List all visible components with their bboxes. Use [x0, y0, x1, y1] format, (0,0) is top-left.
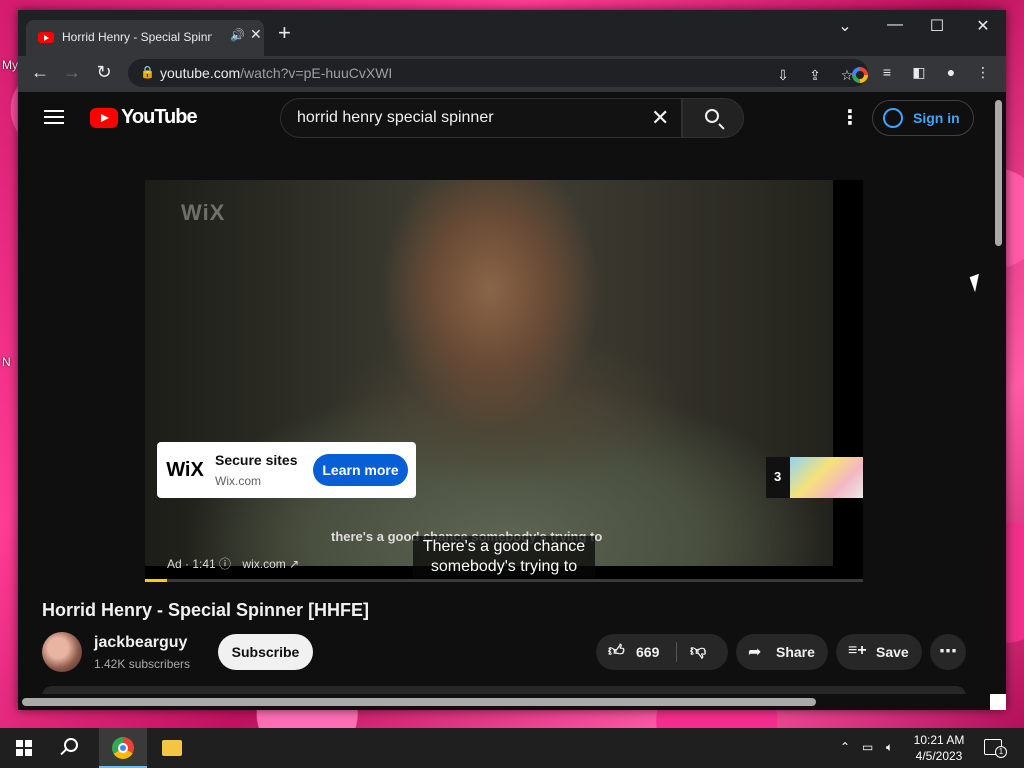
clock-date: 4/5/2023 — [915, 749, 963, 763]
maximize-button[interactable]: ☐ — [922, 16, 952, 36]
channel-name[interactable]: jackbearguy — [94, 634, 187, 652]
ad-timer: Ad · 1:41 — [167, 557, 216, 571]
sign-in-label: Sign in — [913, 110, 960, 126]
ad-title: Secure sites — [215, 452, 298, 468]
avatar[interactable] — [42, 632, 82, 672]
tab-search-chevron-icon[interactable]: ⌄ — [830, 16, 860, 36]
subscriber-count: 1.42K subscribers — [94, 657, 191, 671]
thumbs-up-icon[interactable]: 👍︎ — [608, 642, 625, 661]
horizontal-scrollbar[interactable] — [18, 694, 1006, 710]
save-label: Save — [876, 644, 909, 660]
desktop-icon-label[interactable]: My — [2, 58, 18, 72]
scrollbar-thumb[interactable] — [22, 698, 816, 706]
share-page-icon[interactable]: ⇪ — [804, 67, 826, 84]
youtube-logo-text[interactable]: YouTube — [121, 106, 198, 129]
tab-title: Horrid Henry - Special Spinner [HHFE] - … — [62, 30, 212, 44]
browser-toolbar: ← → ↻ 🔒 youtube.com/watch?v=pE-huuCvXWI … — [18, 56, 1006, 92]
ad-info: Ad · 1:41 ⓘ wix.com ↗ — [167, 555, 299, 572]
notification-count: 1 — [995, 746, 1007, 758]
ad-link[interactable]: wix.com — [242, 557, 285, 571]
share-button[interactable]: ➦ Share — [736, 634, 828, 670]
taskbar: ⌃ ▭ 🔈︎ 10:21 AM 4/5/2023 1 — [0, 728, 1024, 768]
hamburger-menu-icon[interactable] — [44, 110, 64, 124]
speaker-icon[interactable]: 🔊 — [230, 28, 245, 42]
lock-icon[interactable]: 🔒 — [140, 65, 155, 79]
youtube-logo-icon[interactable] — [90, 108, 118, 128]
url-path: /watch?v=pE-huuCvXWI — [240, 65, 393, 81]
settings-menu-icon[interactable]: ⋮ — [840, 108, 860, 128]
vertical-scrollbar[interactable] — [992, 92, 1006, 702]
share-arrow-icon: ➦ — [748, 644, 762, 661]
taskbar-search-icon[interactable] — [64, 738, 78, 752]
network-icon[interactable]: ▭ — [862, 740, 873, 754]
next-video-preview[interactable]: 3 — [766, 457, 863, 498]
chrome-taskbar-button[interactable] — [99, 728, 147, 768]
divider — [676, 642, 677, 662]
side-panel-icon[interactable]: ◧ — [908, 64, 930, 81]
search-button[interactable] — [682, 98, 744, 138]
progress-fill — [145, 579, 167, 582]
new-tab-button[interactable]: + — [278, 22, 291, 44]
tray-chevron-icon[interactable]: ⌃ — [840, 740, 850, 754]
chrome-icon — [112, 737, 134, 759]
back-button[interactable]: ← — [28, 62, 52, 83]
more-actions-button[interactable]: ⋯ — [930, 634, 966, 670]
windows-start-icon[interactable] — [16, 740, 32, 756]
minimize-button[interactable]: — — [880, 16, 910, 34]
caption-line: There's a good chance — [422, 538, 586, 555]
external-link-icon: ↗ — [289, 557, 300, 571]
closed-caption: There's a good chance somebody's trying … — [413, 536, 595, 578]
account-icon — [883, 108, 903, 128]
video-player[interactable]: WiX WiX Secure sites Wix.com Learn more … — [145, 180, 863, 582]
file-explorer-icon[interactable] — [162, 740, 182, 756]
reload-button[interactable]: ↻ — [92, 62, 116, 83]
subscribe-button[interactable]: Subscribe — [218, 634, 313, 670]
install-app-icon[interactable]: ⇩ — [772, 67, 794, 84]
sign-in-button[interactable]: Sign in — [872, 100, 974, 136]
ad-overlay-card[interactable]: WiX Secure sites Wix.com Learn more — [157, 442, 416, 498]
clear-search-icon[interactable]: ✕ — [651, 105, 669, 131]
scrollbar-thumb[interactable] — [995, 100, 1002, 246]
next-video-count: 3 — [774, 469, 782, 484]
desktop-icon-label[interactable]: N — [2, 355, 11, 369]
browser-window: Horrid Henry - Special Spinner [HHFE] - … — [18, 10, 1006, 710]
video-progress-bar[interactable] — [145, 579, 863, 582]
address-bar[interactable]: 🔒 youtube.com/watch?v=pE-huuCvXWI ⇩ ⇪ ☆ — [128, 59, 868, 87]
close-window-button[interactable]: ✕ — [968, 16, 998, 36]
search-input[interactable] — [297, 109, 637, 127]
title-bar: Horrid Henry - Special Spinner [HHFE] - … — [18, 10, 1006, 56]
video-frame[interactable] — [145, 180, 833, 566]
youtube-page: YouTube ✕ ⋮ Sign in WiX WiX Secure sites… — [18, 92, 1006, 710]
forward-button[interactable]: → — [60, 62, 84, 83]
ad-watermark: WiX — [181, 200, 226, 225]
browser-tab[interactable]: Horrid Henry - Special Spinner [HHFE] - … — [26, 20, 264, 56]
caption-line: somebody's trying to — [430, 558, 578, 575]
url-host: youtube.com — [160, 65, 241, 81]
thumbs-down-icon[interactable]: 👎︎ — [690, 642, 706, 661]
like-dislike-group: 👍︎ 669 👎︎ — [596, 634, 728, 670]
like-count[interactable]: 669 — [636, 644, 659, 660]
clock-time: 10:21 AM — [913, 733, 965, 747]
search-box: ✕ — [280, 98, 682, 138]
ad-domain: Wix.com — [215, 474, 261, 488]
share-label: Share — [776, 644, 815, 660]
search-icon — [705, 109, 719, 123]
media-control-icon[interactable]: ≡ — [876, 64, 898, 80]
youtube-favicon-icon — [38, 32, 54, 43]
bookmark-star-icon[interactable]: ☆ — [836, 67, 858, 84]
playlist-add-icon: ≡+ — [848, 642, 867, 659]
save-button[interactable]: ≡+ Save — [836, 634, 922, 670]
profile-icon[interactable]: ● — [940, 64, 962, 80]
chrome-menu-icon[interactable]: ⋮ — [972, 64, 994, 81]
ad-logo: WiX — [163, 448, 207, 492]
tab-close-icon[interactable]: ✕ — [250, 26, 262, 43]
learn-more-button[interactable]: Learn more — [313, 454, 408, 486]
scrollbar-corner — [990, 694, 1006, 710]
volume-icon[interactable]: 🔈︎ — [886, 740, 893, 755]
video-title: Horrid Henry - Special Spinner [HHFE] — [42, 600, 370, 620]
next-video-thumbnail[interactable] — [790, 457, 863, 498]
taskbar-clock[interactable]: 10:21 AM 4/5/2023 — [900, 732, 978, 764]
notification-center-icon[interactable]: 1 — [984, 739, 1007, 758]
info-icon[interactable]: ⓘ — [219, 557, 231, 571]
